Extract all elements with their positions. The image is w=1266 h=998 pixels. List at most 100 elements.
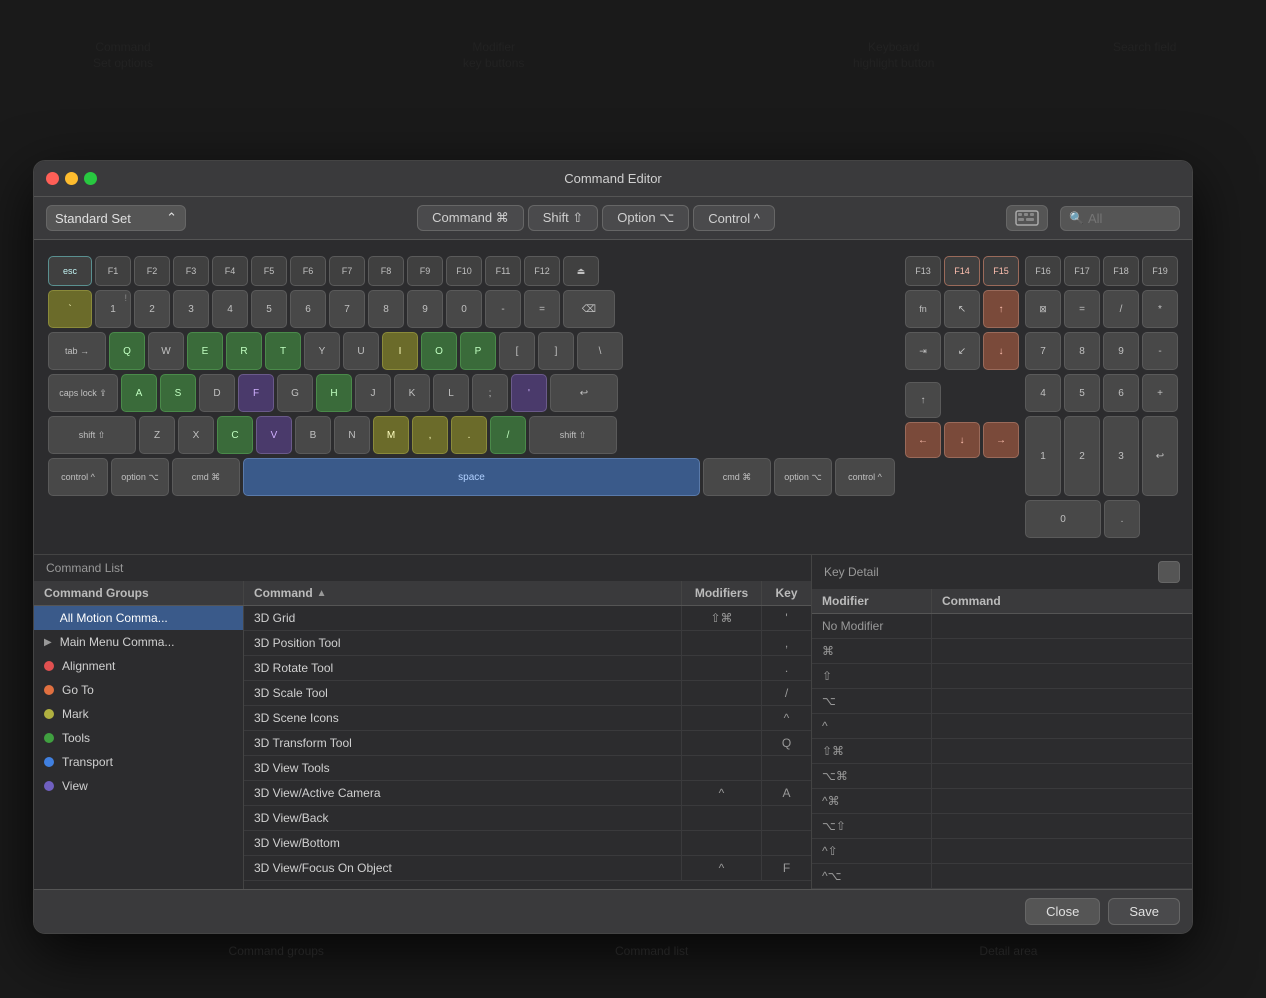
key-arrow-up[interactable]: ↑ [905, 382, 941, 418]
group-item-mark[interactable]: Mark [34, 702, 243, 726]
key-comma[interactable]: , [412, 416, 448, 454]
command-row[interactable]: 3D Rotate Tool . [244, 656, 811, 681]
key-f9[interactable]: F9 [407, 256, 443, 286]
key-f19[interactable]: F19 [1142, 256, 1178, 286]
key-h[interactable]: H [316, 374, 352, 412]
key-f10[interactable]: F10 [446, 256, 482, 286]
key-o[interactable]: O [421, 332, 457, 370]
key-f11[interactable]: F11 [485, 256, 521, 286]
key-u[interactable]: U [343, 332, 379, 370]
key-c[interactable]: C [217, 416, 253, 454]
key-8[interactable]: 8 [368, 290, 404, 328]
key-equals[interactable]: = [524, 290, 560, 328]
modifier-btn-command[interactable]: Command ⌘ [417, 205, 524, 231]
key-n[interactable]: N [334, 416, 370, 454]
key-tab[interactable]: tab → [48, 332, 106, 370]
key-z[interactable]: Z [139, 416, 175, 454]
key-esc[interactable]: esc [48, 256, 92, 286]
key-fn[interactable]: fn [905, 290, 941, 328]
key-v[interactable]: V [256, 416, 292, 454]
key-backtick[interactable]: ` [48, 290, 92, 328]
key-r[interactable]: R [226, 332, 262, 370]
col-header-command[interactable]: Command ▲ [244, 581, 681, 605]
key-j[interactable]: J [355, 374, 391, 412]
key-num-enter[interactable]: ↩ [1142, 416, 1178, 496]
key-5[interactable]: 5 [251, 290, 287, 328]
key-num-4[interactable]: 4 [1025, 374, 1061, 412]
key-num-eq[interactable]: = [1064, 290, 1100, 328]
key-y[interactable]: Y [304, 332, 340, 370]
command-set-dropdown[interactable]: Standard Set ⌃ [46, 205, 186, 231]
key-f[interactable]: F [238, 374, 274, 412]
key-f18[interactable]: F18 [1103, 256, 1139, 286]
key-f3[interactable]: F3 [173, 256, 209, 286]
command-row[interactable]: 3D View Tools [244, 756, 811, 781]
group-item-alignment[interactable]: Alignment [34, 654, 243, 678]
key-d[interactable]: D [199, 374, 235, 412]
key-f8[interactable]: F8 [368, 256, 404, 286]
key-num-mul[interactable]: * [1142, 290, 1178, 328]
key-num-2[interactable]: 2 [1064, 416, 1100, 496]
key-arrow-down[interactable]: ↓ [944, 422, 980, 458]
key-f7[interactable]: F7 [329, 256, 365, 286]
key-num-3[interactable]: 3 [1103, 416, 1139, 496]
key-e[interactable]: E [187, 332, 223, 370]
group-item-all-motion[interactable]: ▶ All Motion Comma... [34, 606, 243, 630]
command-row[interactable]: 3D View/Focus On Object ^ F [244, 856, 811, 881]
key-space[interactable]: space [243, 458, 700, 496]
modifier-btn-option[interactable]: Option ⌥ [602, 205, 689, 231]
key-option-right[interactable]: option ⌥ [774, 458, 832, 496]
key-f14[interactable]: F14 [944, 256, 980, 286]
key-home[interactable]: ↖ [944, 290, 980, 328]
key-i[interactable]: I [382, 332, 418, 370]
group-item-transport[interactable]: Transport [34, 750, 243, 774]
search-input[interactable] [1088, 211, 1168, 226]
minimize-traffic-light[interactable] [65, 172, 78, 185]
key-eject[interactable]: ⏏ [563, 256, 599, 286]
key-end[interactable]: ↙ [944, 332, 980, 370]
key-f2[interactable]: F2 [134, 256, 170, 286]
key-semicolon[interactable]: ; [472, 374, 508, 412]
key-backspace[interactable]: ⌫ [563, 290, 615, 328]
key-num-8[interactable]: 8 [1064, 332, 1100, 370]
group-item-view[interactable]: View [34, 774, 243, 798]
key-control-right[interactable]: control ^ [835, 458, 895, 496]
key-b[interactable]: B [295, 416, 331, 454]
key-6[interactable]: 6 [290, 290, 326, 328]
key-g[interactable]: G [277, 374, 313, 412]
command-row[interactable]: 3D Scene Icons ^ [244, 706, 811, 731]
key-arrow-right[interactable]: → [983, 422, 1019, 458]
key-backslash[interactable]: \ [577, 332, 623, 370]
command-row[interactable]: 3D View/Back [244, 806, 811, 831]
key-shift-right[interactable]: shift ⇧ [529, 416, 617, 454]
key-arrow-left[interactable]: ← [905, 422, 941, 458]
key-s[interactable]: S [160, 374, 196, 412]
key-9[interactable]: 9 [407, 290, 443, 328]
key-option-left[interactable]: option ⌥ [111, 458, 169, 496]
key-lbracket[interactable]: [ [499, 332, 535, 370]
group-item-main-menu[interactable]: ▶ Main Menu Comma... [34, 630, 243, 654]
maximize-traffic-light[interactable] [84, 172, 97, 185]
key-f5[interactable]: F5 [251, 256, 287, 286]
key-del-fwd[interactable]: ⇥ [905, 332, 941, 370]
key-num-minus[interactable]: - [1142, 332, 1178, 370]
key-caps-lock[interactable]: caps lock ⇪ [48, 374, 118, 412]
key-4[interactable]: 4 [212, 290, 248, 328]
key-f12[interactable]: F12 [524, 256, 560, 286]
key-f15[interactable]: F15 [983, 256, 1019, 286]
key-cmd-left[interactable]: cmd ⌘ [172, 458, 240, 496]
key-num-0[interactable]: 0 [1025, 500, 1101, 538]
modifier-btn-control[interactable]: Control ^ [693, 205, 775, 231]
key-num-dot[interactable]: . [1104, 500, 1140, 538]
key-num-1[interactable]: 1 [1025, 416, 1061, 496]
command-row[interactable]: 3D Position Tool , [244, 631, 811, 656]
command-row[interactable]: 3D View/Bottom [244, 831, 811, 856]
key-cmd-right[interactable]: cmd ⌘ [703, 458, 771, 496]
keyboard-highlight-button[interactable] [1006, 205, 1048, 231]
group-item-tools[interactable]: Tools [34, 726, 243, 750]
key-x[interactable]: X [178, 416, 214, 454]
key-slash[interactable]: / [490, 416, 526, 454]
key-quote[interactable]: ' [511, 374, 547, 412]
key-p[interactable]: P [460, 332, 496, 370]
key-7[interactable]: 7 [329, 290, 365, 328]
